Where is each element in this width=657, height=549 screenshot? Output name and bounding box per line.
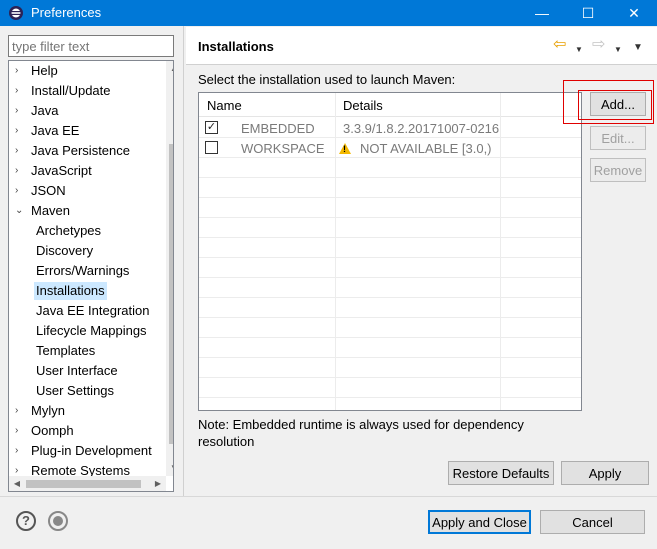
- scroll-right-arrow-icon[interactable]: ▶: [150, 476, 166, 491]
- tree-item-label: JavaScript: [31, 163, 92, 178]
- tree-item-label: Plug-in Development: [31, 443, 152, 458]
- row-gridline: [199, 297, 581, 298]
- tree-item-label: Mylyn: [31, 403, 65, 418]
- row-gridline: [199, 137, 581, 138]
- back-menu-chevron-icon[interactable]: ▼: [575, 42, 583, 58]
- filter-input[interactable]: [8, 35, 174, 57]
- row-gridline: [199, 257, 581, 258]
- scroll-up-arrow-icon[interactable]: ▲: [166, 61, 173, 77]
- tree-item-label: User Interface: [36, 363, 118, 378]
- column-header-details[interactable]: Details: [343, 98, 383, 113]
- scroll-left-arrow-icon[interactable]: ◀: [9, 476, 25, 491]
- installation-name: EMBEDDED: [241, 121, 315, 136]
- tree-item-label: Archetypes: [36, 223, 102, 238]
- table-header: Name Details: [199, 93, 581, 117]
- row-gridline: [199, 237, 581, 238]
- column-divider: [335, 93, 336, 410]
- tree-item-label: JSON: [31, 183, 66, 198]
- tree-item-label: Installations: [34, 282, 107, 300]
- row-checkbox[interactable]: [205, 141, 218, 154]
- row-gridline: [199, 377, 581, 378]
- tree-item-label: Install/Update: [31, 83, 111, 98]
- collapsed-chevron-icon[interactable]: ›: [15, 62, 27, 80]
- maximize-button[interactable]: ☐: [565, 0, 611, 26]
- row-gridline: [199, 177, 581, 178]
- title-bar: Preferences — ☐ ✕: [0, 0, 657, 26]
- tree-item-label: Java: [31, 103, 59, 118]
- collapsed-chevron-icon[interactable]: ›: [15, 122, 27, 140]
- help-icon[interactable]: ?: [16, 511, 36, 531]
- expanded-chevron-icon[interactable]: ⌄: [15, 202, 27, 220]
- apply-and-close-button[interactable]: Apply and Close: [428, 510, 531, 534]
- tree-item-label: Discovery: [36, 243, 94, 258]
- column-header-name[interactable]: Name: [207, 98, 242, 113]
- row-gridline: [199, 357, 581, 358]
- collapsed-chevron-icon[interactable]: ›: [15, 182, 27, 200]
- tree-item-label: Oomph: [31, 423, 74, 438]
- tree-item-label: Maven: [31, 203, 71, 218]
- apply-button[interactable]: Apply: [561, 461, 649, 485]
- collapsed-chevron-icon[interactable]: ›: [15, 162, 27, 180]
- tree-item-label: Errors/Warnings: [36, 263, 130, 278]
- hscroll-thumb[interactable]: [26, 480, 141, 488]
- row-gridline: [199, 197, 581, 198]
- view-menu-icon[interactable]: ▼: [633, 40, 643, 56]
- back-arrow-icon[interactable]: ⇦: [553, 37, 566, 53]
- collapsed-chevron-icon[interactable]: ›: [15, 422, 27, 440]
- row-gridline: [199, 277, 581, 278]
- pane-divider[interactable]: [183, 26, 184, 496]
- collapsed-chevron-icon[interactable]: ›: [15, 442, 27, 460]
- tree-item-label: Lifecycle Mappings: [36, 323, 147, 338]
- remove-button[interactable]: Remove: [590, 158, 646, 182]
- embedded-note: Note: Embedded runtime is always used fo…: [198, 417, 524, 449]
- column-divider: [581, 93, 582, 411]
- row-gridline: [199, 157, 581, 158]
- close-button[interactable]: ✕: [611, 0, 657, 26]
- cancel-button[interactable]: Cancel: [540, 510, 645, 534]
- page-title: Installations: [198, 39, 274, 54]
- footer-divider: [0, 496, 657, 497]
- row-gridline: [199, 337, 581, 338]
- eclipse-icon: [9, 6, 23, 20]
- scroll-thumb[interactable]: [169, 144, 173, 444]
- installation-details: 3.3.9/1.8.2.20171007-0216: [343, 121, 500, 136]
- tree-horizontal-scrollbar[interactable]: ◀ ▶: [9, 476, 166, 491]
- highlight-annotation: [578, 90, 652, 120]
- collapsed-chevron-icon[interactable]: ›: [15, 402, 27, 420]
- tree-item-label: User Settings: [36, 383, 115, 398]
- forward-menu-chevron-icon[interactable]: ▼: [614, 42, 622, 58]
- tree-vertical-scrollbar[interactable]: ▲ ▼: [166, 61, 173, 476]
- tree-item-label: Java EE Integration: [36, 303, 150, 318]
- row-gridline: [199, 397, 581, 398]
- tree-item-label: Java Persistence: [31, 143, 130, 158]
- collapsed-chevron-icon[interactable]: ›: [15, 142, 27, 160]
- forward-arrow-icon[interactable]: ⇨: [592, 37, 605, 53]
- page-header: Installations ⇦ ▼ ⇨ ▼ ▼: [186, 27, 657, 65]
- restore-defaults-button[interactable]: Restore Defaults: [448, 461, 554, 485]
- record-icon[interactable]: [48, 511, 68, 531]
- installation-details: NOT AVAILABLE [3.0,): [360, 141, 492, 156]
- installation-name: WORKSPACE: [241, 141, 325, 156]
- warning-icon: [339, 143, 351, 154]
- collapsed-chevron-icon[interactable]: ›: [15, 102, 27, 120]
- row-gridline: [199, 217, 581, 218]
- minimize-button[interactable]: —: [519, 0, 565, 26]
- row-gridline: [199, 317, 581, 318]
- tree-item-label: Java EE: [31, 123, 80, 138]
- row-checkbox[interactable]: ✓: [205, 121, 218, 134]
- installations-table[interactable]: Name Details ✓ EMBEDDED 3.3.9/1.8.2.2017…: [198, 92, 582, 411]
- collapsed-chevron-icon[interactable]: ›: [15, 82, 27, 100]
- window-title: Preferences: [31, 5, 102, 20]
- page-description: Select the installation used to launch M…: [198, 72, 456, 87]
- tree-item-label: Help: [31, 63, 58, 78]
- scroll-down-arrow-icon[interactable]: ▼: [166, 460, 173, 476]
- column-divider: [500, 93, 501, 410]
- edit-button[interactable]: Edit...: [590, 126, 646, 150]
- preference-tree[interactable]: › Remote Systems › Plug-in Development › Oomp…: [8, 60, 174, 492]
- tree-item-label: Templates: [36, 343, 96, 358]
